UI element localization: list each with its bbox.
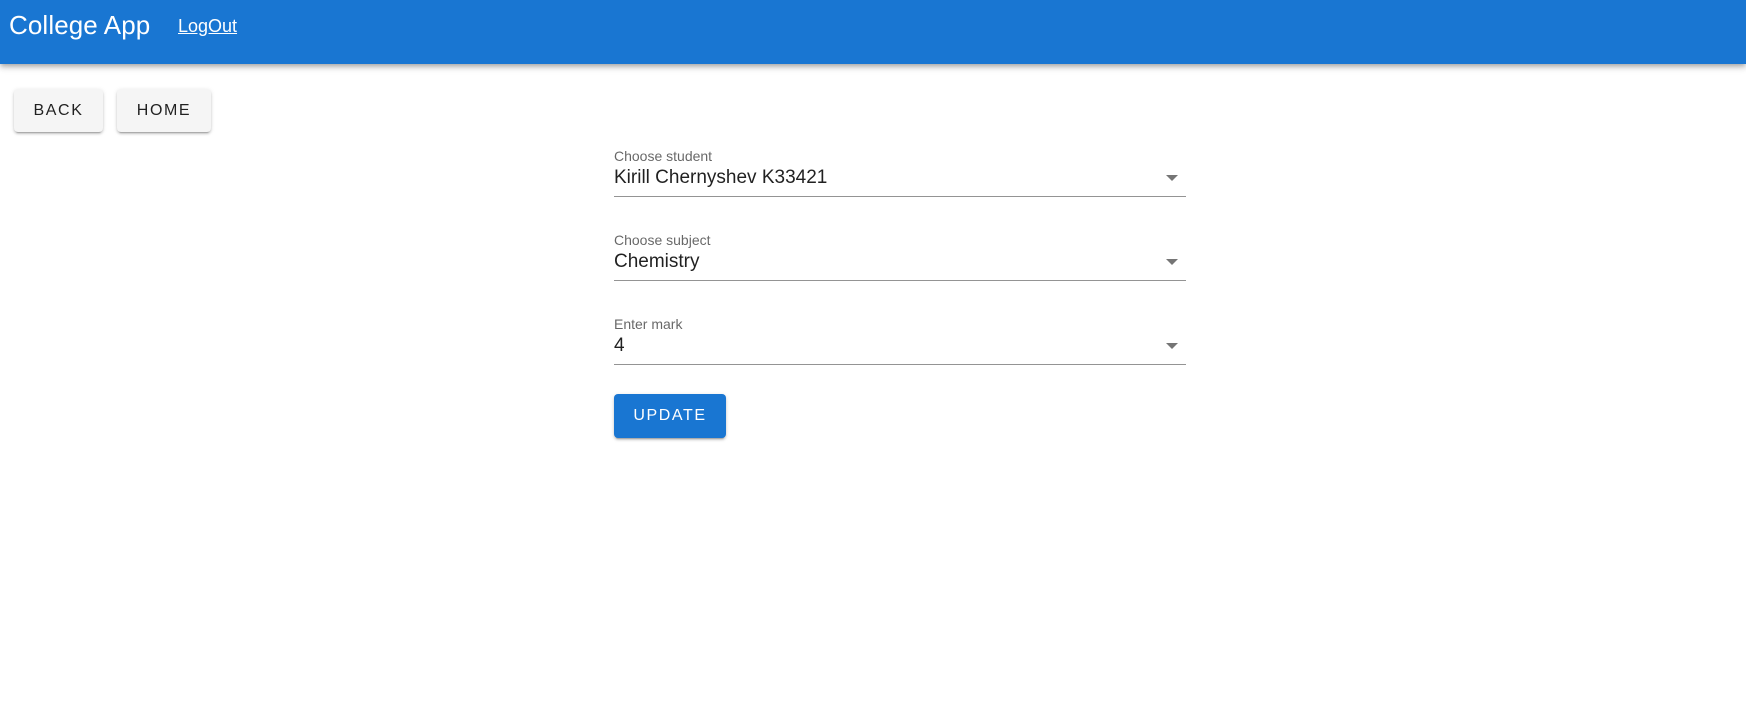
subject-select-label: Choose subject <box>614 232 711 248</box>
update-button[interactable]: UPDATE <box>614 394 726 438</box>
mark-select-label: Enter mark <box>614 316 683 332</box>
mark-select-value: 4 <box>614 335 625 356</box>
dropdown-arrow-icon[interactable] <box>1166 343 1178 349</box>
student-select-label: Choose student <box>614 148 713 164</box>
dropdown-arrow-icon[interactable] <box>1166 259 1178 265</box>
app-bar: College App LogOut <box>0 0 1746 64</box>
mark-select-underline <box>614 364 1186 365</box>
subject-select-underline <box>614 280 1186 281</box>
app-title: College App <box>9 10 151 40</box>
student-select-value: Kirill Chernyshev K33421 <box>614 167 828 188</box>
subject-select-value: Chemistry <box>614 251 700 272</box>
student-select-underline <box>614 196 1186 197</box>
home-button[interactable]: HOME <box>117 89 211 132</box>
student-select[interactable]: Choose student Kirill Chernyshev K33421 <box>614 148 1186 204</box>
dropdown-arrow-icon[interactable] <box>1166 175 1178 181</box>
subject-select[interactable]: Choose subject Chemistry <box>614 232 1186 288</box>
mark-select[interactable]: Enter mark 4 <box>614 316 1186 372</box>
logout-link[interactable]: LogOut <box>178 16 237 37</box>
back-button[interactable]: BACK <box>14 89 103 132</box>
